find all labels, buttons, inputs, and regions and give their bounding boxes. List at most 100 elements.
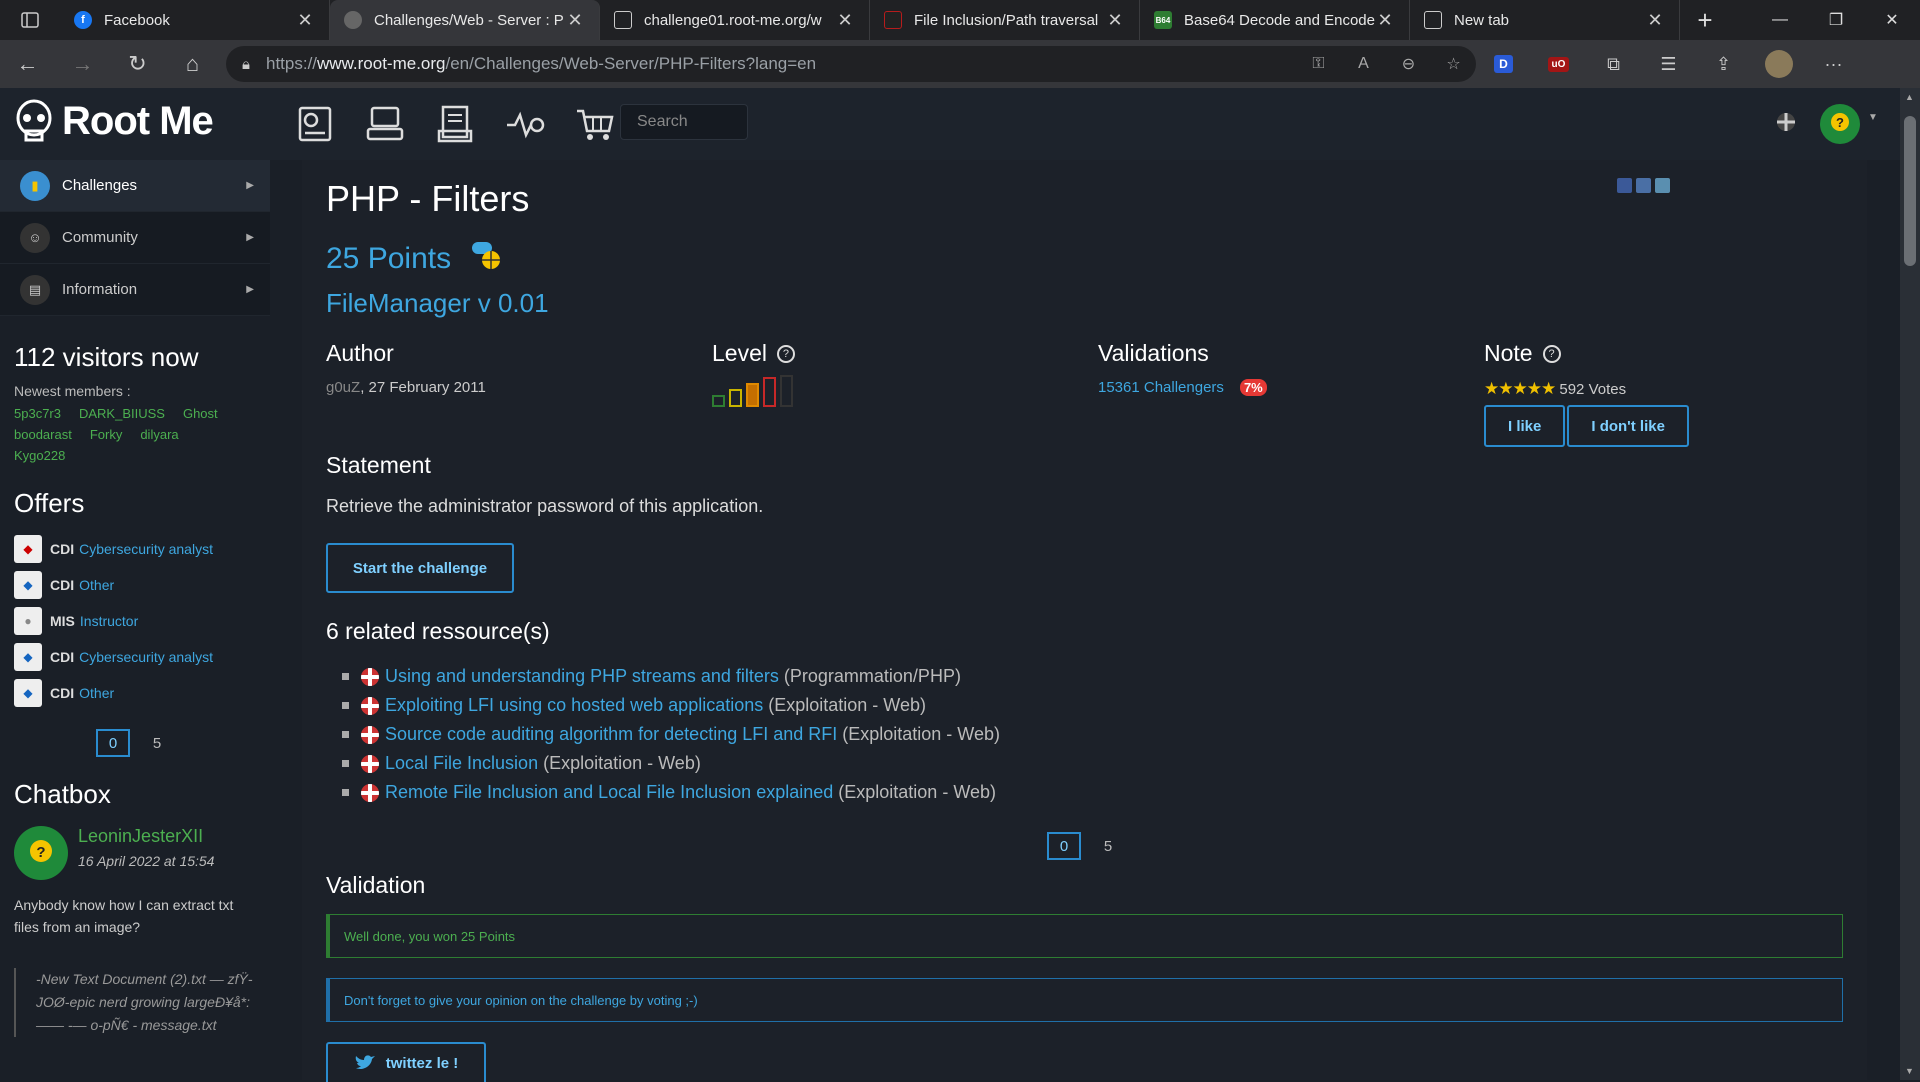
page-button[interactable]: 0: [96, 729, 130, 757]
lock-icon[interactable]: 🔒︎: [242, 56, 250, 73]
minimize-icon[interactable]: —: [1752, 0, 1808, 40]
statement-text: Retrieve the administrator password of t…: [326, 496, 764, 516]
linkedin-share-icon[interactable]: [1636, 178, 1651, 193]
profile-avatar[interactable]: [1751, 40, 1806, 88]
scroll-up-icon[interactable]: ▲: [1905, 92, 1914, 102]
resource-link[interactable]: Remote File Inclusion and Local File Inc…: [385, 782, 833, 803]
home-icon[interactable]: ⌂: [165, 40, 220, 88]
page-button[interactable]: 5: [140, 729, 174, 757]
resource-link[interactable]: Using and understanding PHP streams and …: [385, 666, 779, 687]
member-link[interactable]: Forky: [90, 427, 123, 442]
offer-item[interactable]: ◆ CDI Cybersecurity analyst: [0, 531, 270, 567]
member-link[interactable]: boodarast: [14, 427, 72, 442]
sidebar-item-information[interactable]: ▤ Information ▶: [0, 264, 270, 316]
tab-facebook[interactable]: f Facebook ✕: [60, 0, 330, 40]
tab-actions-icon[interactable]: [0, 0, 60, 40]
sidebar-item-community[interactable]: ☺ Community ▶: [0, 212, 270, 264]
help-icon[interactable]: ?: [1542, 344, 1561, 363]
member-link[interactable]: DARK_BIIUSS: [79, 406, 165, 421]
offer-item[interactable]: ◆ CDI Cybersecurity analyst: [0, 639, 270, 675]
tab-file-inclusion[interactable]: File Inclusion/Path traversal ✕: [870, 0, 1140, 40]
scrollbar-thumb[interactable]: [1904, 116, 1916, 266]
like-button[interactable]: I like: [1484, 405, 1566, 447]
author-link[interactable]: g0uZ: [326, 379, 360, 396]
resource-link[interactable]: Local File Inclusion: [385, 753, 538, 774]
key-icon[interactable]: ⚿: [1296, 55, 1341, 73]
offer-link[interactable]: Instructor: [80, 613, 138, 629]
tab-new-tab[interactable]: New tab ✕: [1410, 0, 1680, 40]
forward-icon[interactable]: →: [55, 40, 110, 88]
offer-item[interactable]: ● MIS Instructor: [0, 603, 270, 639]
validations-link[interactable]: 15361 Challengers: [1098, 379, 1224, 396]
challenges-nav-icon[interactable]: [280, 102, 350, 146]
chat-username[interactable]: LeoninJesterXII: [78, 826, 214, 847]
page-button[interactable]: 0: [1047, 832, 1081, 860]
offer-link[interactable]: Cybersecurity analyst: [79, 649, 213, 665]
tab-base64[interactable]: B64 Base64 Decode and Encode ✕: [1140, 0, 1410, 40]
tab-challenges[interactable]: Challenges/Web - Server : P ✕: [330, 0, 600, 40]
tab-title: File Inclusion/Path traversal: [914, 11, 1099, 29]
zoom-out-icon[interactable]: ⊖: [1386, 54, 1431, 74]
ctf-nav-icon[interactable]: [350, 102, 420, 146]
level-1-bar[interactable]: [712, 395, 725, 407]
url-text[interactable]: https://www.root-me.org/en/Challenges/We…: [266, 54, 1296, 74]
language-flag-icon[interactable]: [1776, 112, 1796, 137]
close-tab-icon[interactable]: ✕: [1105, 10, 1125, 31]
twitter-share-icon[interactable]: [1655, 178, 1670, 193]
close-window-icon[interactable]: ✕: [1864, 0, 1920, 40]
scroll-down-icon[interactable]: ▼: [1905, 1066, 1914, 1076]
level-4-bar[interactable]: [763, 377, 776, 407]
help-icon[interactable]: ?: [776, 344, 795, 363]
restore-icon[interactable]: ❐: [1808, 0, 1864, 40]
member-link[interactable]: 5p3c7r3: [14, 406, 61, 421]
offer-link[interactable]: Cybersecurity analyst: [79, 541, 213, 557]
chatbox-heading: Chatbox: [14, 779, 111, 809]
offer-item[interactable]: ◆ CDI Other: [0, 675, 270, 711]
offer-link[interactable]: Other: [79, 685, 114, 701]
difficulty-level-bars: [712, 375, 795, 407]
favorite-star-icon[interactable]: ☆: [1431, 54, 1476, 74]
member-link[interactable]: Ghost: [183, 406, 218, 421]
back-icon[interactable]: ←: [0, 40, 55, 88]
close-tab-icon[interactable]: ✕: [565, 10, 585, 31]
resource-link[interactable]: Source code auditing algorithm for detec…: [385, 724, 837, 745]
favorites-icon[interactable]: ☰: [1641, 40, 1696, 88]
tools-nav-icon[interactable]: [490, 102, 560, 146]
account-dropdown-icon[interactable]: ▼: [1868, 112, 1878, 123]
page-scrollbar[interactable]: ▲ ▼: [1900, 88, 1920, 1080]
close-tab-icon[interactable]: ✕: [295, 10, 315, 31]
offer-item[interactable]: ◆ CDI Other: [0, 567, 270, 603]
member-link[interactable]: dilyara: [140, 427, 178, 442]
reload-icon[interactable]: ↻: [110, 40, 165, 88]
rootme-logo[interactable]: Root Me: [14, 98, 214, 144]
chat-user-avatar[interactable]: ?: [14, 826, 68, 880]
level-5-bar[interactable]: [780, 375, 793, 407]
tab-challenge01[interactable]: challenge01.root-me.org/w ✕: [600, 0, 870, 40]
page-button[interactable]: 5: [1091, 832, 1125, 860]
member-link[interactable]: Kygo228: [14, 448, 65, 463]
sidebar-item-challenges[interactable]: ▮ Challenges ▶: [0, 160, 270, 212]
close-tab-icon[interactable]: ✕: [1645, 10, 1665, 31]
resource-link[interactable]: Exploiting LFI using co hosted web appli…: [385, 695, 763, 716]
address-bar[interactable]: 🔒︎ https://www.root-me.org/en/Challenges…: [226, 46, 1476, 82]
tweet-button[interactable]: twittez le !: [326, 1042, 486, 1082]
facebook-share-icon[interactable]: [1617, 178, 1632, 193]
extension-d-icon[interactable]: D: [1476, 40, 1531, 88]
dislike-button[interactable]: I don't like: [1567, 405, 1689, 447]
challenge-subtitle[interactable]: FileManager v 0.01: [326, 288, 549, 319]
close-tab-icon[interactable]: ✕: [835, 10, 855, 31]
documentation-nav-icon[interactable]: [420, 102, 490, 146]
search-input[interactable]: Search: [620, 104, 748, 140]
extensions-puzzle-icon[interactable]: ⧉: [1586, 40, 1641, 88]
ublock-icon[interactable]: uO: [1531, 40, 1586, 88]
start-challenge-button[interactable]: Start the challenge: [326, 543, 514, 593]
user-avatar[interactable]: ?: [1820, 104, 1860, 144]
offer-link[interactable]: Other: [79, 577, 114, 593]
more-menu-icon[interactable]: ···: [1806, 40, 1861, 88]
read-aloud-icon[interactable]: A: [1341, 55, 1386, 73]
level-3-bar[interactable]: [746, 383, 759, 407]
share-icon[interactable]: ⇪: [1696, 40, 1751, 88]
new-tab-button[interactable]: +: [1680, 0, 1730, 40]
close-tab-icon[interactable]: ✕: [1375, 10, 1395, 31]
level-2-bar[interactable]: [729, 389, 742, 407]
